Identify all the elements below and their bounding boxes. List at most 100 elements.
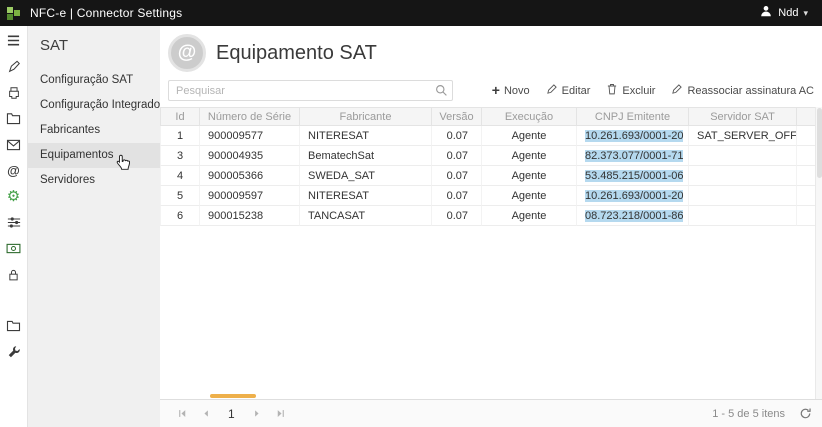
pager-current-page[interactable]: 1 xyxy=(218,407,245,421)
main-content: @ Equipamento SAT + Novo xyxy=(160,26,822,427)
table-cell: Agente xyxy=(482,166,577,186)
table-cell: 900009597 xyxy=(200,186,300,206)
column-header[interactable]: Número de Série xyxy=(200,107,300,126)
table-body: 1900009577NITERESAT0.07Agente10.261.693/… xyxy=(160,126,822,226)
table-cell: SWEDA_SAT xyxy=(300,166,432,186)
table-cell: Agente xyxy=(482,146,577,166)
pager-last-button[interactable] xyxy=(269,403,293,425)
banknote-icon[interactable] xyxy=(6,241,22,256)
table-cell: NITERESAT xyxy=(300,126,432,146)
pager-info: 1 - 5 de 5 itens xyxy=(712,408,785,420)
icon-rail: @ ⚙ xyxy=(0,26,28,427)
delete-button[interactable]: Excluir xyxy=(606,83,655,98)
column-header[interactable]: Versão xyxy=(432,107,482,126)
table-cell xyxy=(689,146,797,166)
column-header[interactable]: Id xyxy=(160,107,200,126)
pen-icon[interactable] xyxy=(6,59,22,74)
search-box xyxy=(168,80,453,101)
table-row[interactable]: 5900009597NITERESAT0.07Agente10.261.693/… xyxy=(160,186,822,206)
selected-text: 10.261.693/0001-20 xyxy=(585,130,683,142)
search-input[interactable] xyxy=(168,80,453,101)
horizontal-scrollbar-thumb[interactable] xyxy=(210,394,256,398)
table-row[interactable]: 4900005366SWEDA_SAT0.07Agente 53.485.215/… xyxy=(160,166,822,186)
folder-open-icon[interactable] xyxy=(6,111,22,126)
selected-text: 82.373.077/0001-71 xyxy=(585,150,683,162)
selected-text: 08.723.218/0001-86 xyxy=(585,210,683,222)
table-cell: TANCASAT xyxy=(300,206,432,226)
menu-icon[interactable] xyxy=(6,33,22,48)
table-cell: 900005366 xyxy=(200,166,300,186)
table-cell: 5 xyxy=(160,186,200,206)
table-cell: Agente xyxy=(482,126,577,146)
sidebar-item-servidores[interactable]: Servidores xyxy=(28,168,160,193)
app-logo-icon xyxy=(7,6,22,21)
refresh-icon[interactable] xyxy=(799,407,812,420)
table-cell: 900004935 xyxy=(200,146,300,166)
top-bar: NFC-e | Connector Settings Ndd ▾ xyxy=(0,0,822,26)
table-cell xyxy=(689,166,797,186)
lock-icon[interactable] xyxy=(6,267,22,282)
pencil-icon xyxy=(671,83,683,98)
equipment-table: IdNúmero de SérieFabricanteVersãoExecuçã… xyxy=(160,107,822,226)
table-cell: 0.07 xyxy=(432,146,482,166)
selected-text: 53.485.215/0001-06 xyxy=(585,170,683,182)
vertical-scrollbar-thumb[interactable] xyxy=(817,108,822,178)
gear-icon[interactable]: ⚙ xyxy=(6,189,22,204)
table-cell: BematechSat xyxy=(300,146,432,166)
selected-text: 10.261.693/0001-20 xyxy=(585,190,683,202)
printer-icon[interactable] xyxy=(6,85,22,100)
table-cell: Agente xyxy=(482,206,577,226)
column-header[interactable]: Fabricante xyxy=(300,107,432,126)
column-header[interactable]: CNPJ Emitente xyxy=(577,107,689,126)
table-cell: 4 xyxy=(160,166,200,186)
user-name: Ndd xyxy=(778,7,798,19)
search-icon[interactable] xyxy=(435,84,448,102)
edit-icon xyxy=(546,83,558,98)
pager-prev-button[interactable] xyxy=(194,403,218,425)
table-row[interactable]: 3900004935BematechSat0.07Agente 82.373.07… xyxy=(160,146,822,166)
table-cell: 10.261.693/0001-20 xyxy=(577,126,689,146)
edit-button[interactable]: Editar xyxy=(546,83,591,98)
table-cell: 6 xyxy=(160,206,200,226)
sidebar-item-fabricantes[interactable]: Fabricantes xyxy=(28,118,160,143)
table-cell: 10.261.693/0001-20 xyxy=(577,186,689,206)
app-title: NFC-e | Connector Settings xyxy=(30,6,182,20)
table-row[interactable]: 6900015238TANCASAT0.07Agente08.723.218/0… xyxy=(160,206,822,226)
sidebar-title: SAT xyxy=(28,26,160,68)
table-cell: 82.373.077/0001-71 xyxy=(577,146,689,166)
user-menu[interactable]: Ndd ▾ xyxy=(759,4,822,23)
table-header-row: IdNúmero de SérieFabricanteVersãoExecuçã… xyxy=(160,107,822,126)
table-cell: 0.07 xyxy=(432,206,482,226)
column-header[interactable]: Servidor SAT xyxy=(689,107,797,126)
envelope-icon[interactable] xyxy=(6,137,22,152)
wrench-icon[interactable] xyxy=(6,344,22,359)
table-cell: 53.485.215/0001-06 xyxy=(577,166,689,186)
controls-row: + Novo Editar Excluir xyxy=(160,76,822,107)
pager-first-button[interactable] xyxy=(170,403,194,425)
table-cell: 0.07 xyxy=(432,166,482,186)
table-cell: 3 xyxy=(160,146,200,166)
table-cell: 08.723.218/0001-86 xyxy=(577,206,689,226)
folder-icon[interactable] xyxy=(6,318,22,333)
plus-icon: + xyxy=(492,85,500,96)
vertical-scrollbar[interactable] xyxy=(815,107,822,399)
new-button[interactable]: + Novo xyxy=(492,85,530,97)
grid-area: IdNúmero de SérieFabricanteVersãoExecuçã… xyxy=(160,107,822,399)
sliders-icon[interactable] xyxy=(6,215,22,230)
table-row[interactable]: 1900009577NITERESAT0.07Agente10.261.693/… xyxy=(160,126,822,146)
sidebar-item-configura-o-sat[interactable]: Configuração SAT xyxy=(28,68,160,93)
column-header[interactable]: Execução xyxy=(482,107,577,126)
table-cell: 1 xyxy=(160,126,200,146)
at-icon[interactable]: @ xyxy=(6,163,22,178)
pager: 1 1 - 5 de 5 itens xyxy=(160,399,822,427)
sidebar-item-configura-o-integrador[interactable]: Configuração Integrador xyxy=(28,93,160,118)
table-cell: SAT_SERVER_OFF xyxy=(689,126,797,146)
chevron-down-icon: ▾ xyxy=(803,8,808,19)
page-header: @ Equipamento SAT xyxy=(160,26,822,76)
page-title: Equipamento SAT xyxy=(216,42,377,65)
sidebar-item-equipamentos[interactable]: Equipamentos xyxy=(28,143,160,168)
reassign-signature-button[interactable]: Reassociar assinatura AC xyxy=(671,83,814,98)
page-at-icon: @ xyxy=(168,34,206,72)
pager-next-button[interactable] xyxy=(245,403,269,425)
table-cell: Agente xyxy=(482,186,577,206)
